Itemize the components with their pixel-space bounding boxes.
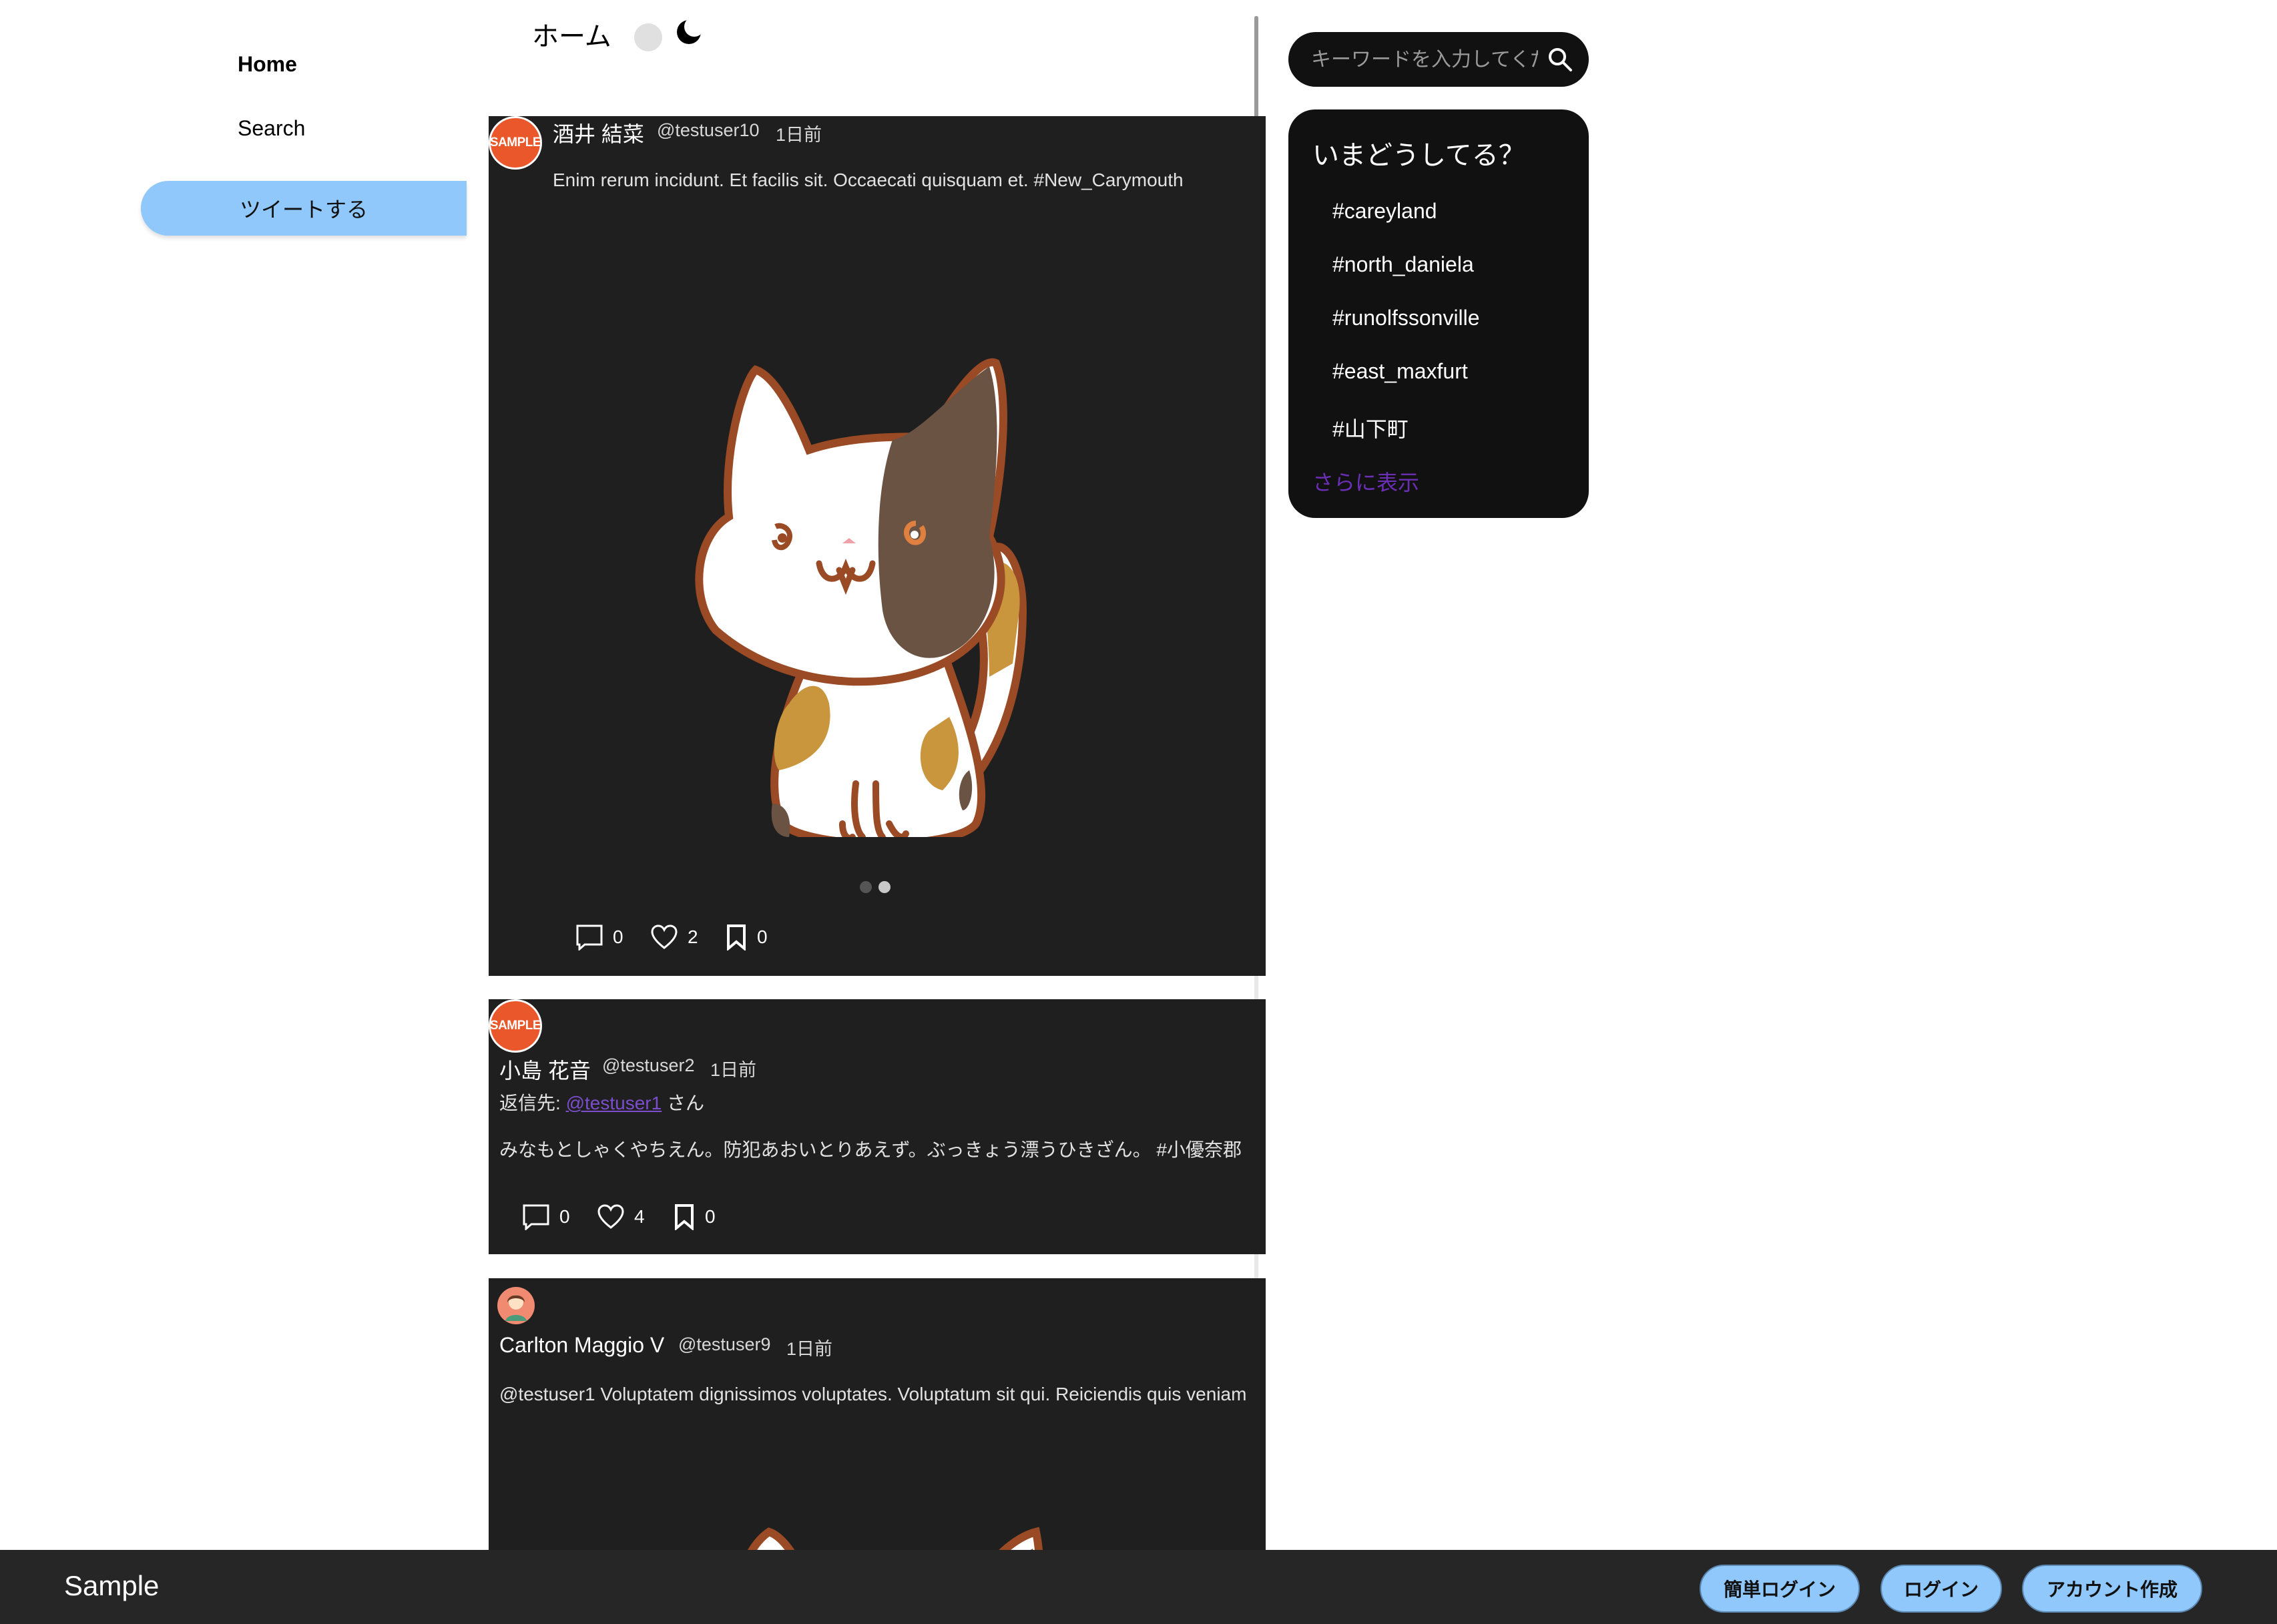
trend-item[interactable]: #runolfssonville (1332, 306, 1480, 330)
post-timestamp: 1日前 (776, 125, 822, 145)
like-button[interactable]: 2 (650, 924, 698, 951)
comment-icon (576, 924, 603, 951)
post-author-name[interactable]: 小島 花音 (499, 1054, 591, 1085)
post-text: Enim rerum incidunt. Et facilis sit. Occ… (553, 170, 1184, 190)
trend-item[interactable]: #山下町 (1332, 413, 1409, 443)
nav-search[interactable]: Search (238, 116, 305, 141)
post-author-name[interactable]: Carlton Maggio V (499, 1333, 664, 1358)
trend-item[interactable]: #careyland (1332, 199, 1437, 224)
search-input[interactable] (1311, 41, 1538, 77)
avatar[interactable] (497, 1286, 535, 1325)
login-button[interactable]: ログイン (1880, 1565, 2002, 1613)
comment-count: 0 (559, 1206, 570, 1227)
post-text: @testuser1 Voluptatem dignissimos volupt… (499, 1384, 1247, 1404)
page: Home Search ツイートする ホーム SAMPLE 酒井 結菜 @tes… (0, 0, 2277, 1624)
comment-button[interactable]: 0 (522, 1203, 570, 1230)
trends-title: いまどうしてる？ (1312, 141, 1525, 170)
post-image[interactable] (676, 236, 1076, 837)
post-timestamp: 1日前 (710, 1060, 757, 1080)
search-icon[interactable] (1546, 45, 1574, 73)
bookmark-icon (727, 924, 746, 951)
carousel-dot[interactable] (860, 881, 872, 893)
moon-icon[interactable] (674, 17, 704, 47)
bookmark-button[interactable]: 0 (673, 1203, 716, 1230)
theme-toggle[interactable] (634, 23, 662, 51)
reply-to-link[interactable]: @testuser1 (566, 1093, 662, 1113)
post-author-name[interactable]: 酒井 結菜 (553, 117, 644, 148)
heart-icon (597, 1204, 624, 1229)
nav-home[interactable]: Home (238, 52, 297, 77)
post-author-handle[interactable]: @testuser10 (657, 120, 759, 141)
post-card[interactable]: SAMPLE 小島 花音 @testuser2 1日前 返信先: @testus… (489, 999, 1266, 1254)
post-author-handle[interactable]: @testuser2 (602, 1055, 694, 1076)
trends-show-more-link[interactable]: さらに表示 (1312, 466, 1419, 497)
easy-login-button[interactable]: 簡単ログイン (1700, 1565, 1860, 1613)
reply-prefix: 返信先: (499, 1093, 566, 1113)
bookmark-button[interactable]: 0 (725, 924, 768, 951)
reply-suffix: さん (662, 1093, 704, 1113)
bottom-bar: Sample 簡単ログイン ログイン アカウント作成 (0, 1550, 2277, 1624)
comment-button[interactable]: 0 (575, 924, 623, 951)
like-count: 4 (634, 1206, 645, 1227)
post-text: みなもとしゃくやちえん。防犯あおいとりあえず。ぶっきょう漂うひきざん。 #小優奈… (499, 1139, 1242, 1160)
post-author-handle[interactable]: @testuser9 (678, 1334, 770, 1355)
trend-item[interactable]: #north_daniela (1332, 252, 1474, 277)
avatar[interactable]: SAMPLE (489, 999, 542, 1053)
bookmark-icon (675, 1204, 694, 1230)
trend-item[interactable]: #east_maxfurt (1332, 359, 1468, 384)
comment-count: 0 (613, 926, 623, 947)
reply-to-line: 返信先: @testuser1 さん (499, 1089, 704, 1115)
like-count: 2 (688, 926, 698, 947)
heart-icon (651, 924, 678, 949)
bookmark-count: 0 (705, 1206, 716, 1227)
post-card[interactable]: SAMPLE 酒井 結菜 @testuser10 1日前 Enim rerum … (489, 116, 1266, 976)
post-timestamp: 1日前 (786, 1339, 833, 1359)
avatar[interactable]: SAMPLE (489, 116, 542, 170)
comment-icon (523, 1204, 549, 1230)
bookmark-count: 0 (757, 926, 768, 947)
search-box (1288, 32, 1589, 87)
signup-button[interactable]: アカウント作成 (2022, 1565, 2202, 1613)
like-button[interactable]: 4 (597, 1203, 645, 1230)
page-title: ホーム (532, 22, 611, 51)
trends-panel: いまどうしてる？ #careyland #north_daniela #runo… (1288, 109, 1589, 518)
tweet-button[interactable]: ツイートする (141, 181, 467, 236)
carousel-dot-active[interactable] (878, 881, 891, 893)
brand-logo[interactable]: Sample (64, 1570, 159, 1602)
